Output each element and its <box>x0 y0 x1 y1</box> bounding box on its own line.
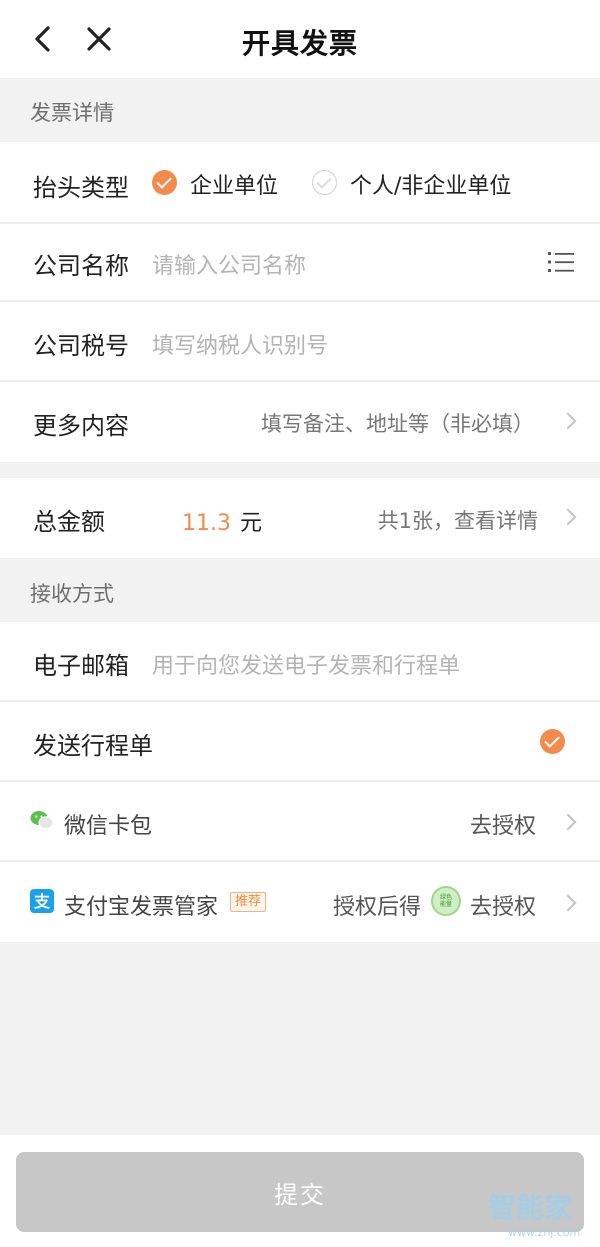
tax-id-row: 公司税号 填写纳税人识别号 <box>0 302 600 380</box>
section-label-receive-method: 接收方式 <box>30 582 114 606</box>
wechat-card-row[interactable]: 微信卡包 去授权 <box>0 782 600 860</box>
email-input[interactable]: 用于向您发送电子发票和行程单 <box>152 648 460 680</box>
wechat-card-label: 微信卡包 <box>64 814 153 839</box>
more-content-hint: 填写备注、地址等（非必填） <box>261 412 534 436</box>
list-icon <box>548 252 574 272</box>
alipay-icon: 支 <box>30 889 54 913</box>
page-title: 开具发票 <box>241 27 358 60</box>
chevron-right-icon <box>559 894 577 912</box>
watermark-url: www.znj.com <box>508 1226 581 1239</box>
company-list-button[interactable] <box>548 250 574 274</box>
title-type-label: 抬头类型 <box>33 174 129 202</box>
send-itinerary-row: 发送行程单 <box>0 702 600 780</box>
company-name-input[interactable]: 请输入公司名称 <box>152 248 306 280</box>
tax-id-label: 公司税号 <box>33 332 129 360</box>
alipay-invoice-row[interactable]: 支 支付宝发票管家 推荐 授权后得 绿色能量 去授权 <box>0 862 600 942</box>
more-content-row[interactable]: 更多内容 填写备注、地址等（非必填） <box>0 382 600 462</box>
wechat-authorize-link: 去授权 <box>469 814 536 839</box>
email-label: 电子邮箱 <box>33 652 129 680</box>
radio-unchecked-icon <box>312 170 337 195</box>
company-name-row: 公司名称 请输入公司名称 <box>0 224 600 300</box>
company-name-label: 公司名称 <box>33 252 129 280</box>
section-label-invoice-details: 发票详情 <box>30 101 114 125</box>
green-energy-icon: 绿色能量 <box>431 886 461 916</box>
total-amount-unit: 元 <box>239 511 262 536</box>
option-personal[interactable]: 个人/非企业单位 <box>312 164 542 200</box>
email-row: 电子邮箱 用于向您发送电子发票和行程单 <box>0 622 600 700</box>
send-itinerary-checkbox[interactable] <box>540 729 565 754</box>
watermark: 智能家 <box>488 1191 573 1224</box>
top-nav-bar: 开具发票 <box>0 0 600 78</box>
total-label: 总金额 <box>33 508 105 536</box>
option-enterprise-label: 企业单位 <box>190 174 279 199</box>
chevron-right-icon <box>559 412 577 430</box>
total-amount: 11.3 元 <box>182 505 262 537</box>
more-content-label: 更多内容 <box>33 412 129 440</box>
chevron-right-icon <box>559 508 577 526</box>
chevron-right-icon <box>559 813 577 831</box>
svg-text:支: 支 <box>33 892 51 911</box>
wechat-icon <box>30 811 54 829</box>
alipay-invoice-label: 支付宝发票管家 <box>64 895 219 920</box>
option-personal-label: 个人/非企业单位 <box>350 174 512 199</box>
total-detail-link: 共1张，查看详情 <box>377 509 538 533</box>
title-type-row: 抬头类型 企业单位 个人/非企业单位 <box>0 142 600 222</box>
total-amount-value: 11.3 <box>182 511 231 536</box>
radio-checked-icon <box>152 170 177 195</box>
send-itinerary-label: 发送行程单 <box>33 732 153 760</box>
recommend-badge: 推荐 <box>230 892 267 912</box>
alipay-reward-prefix: 授权后得 <box>333 895 422 920</box>
total-row[interactable]: 总金额 11.3 元 共1张，查看详情 <box>0 478 600 558</box>
alipay-authorize-link: 去授权 <box>469 895 536 920</box>
green-energy-text: 绿色能量 <box>439 894 452 908</box>
option-enterprise[interactable]: 企业单位 <box>152 164 292 200</box>
tax-id-input[interactable]: 填写纳税人识别号 <box>152 328 328 360</box>
